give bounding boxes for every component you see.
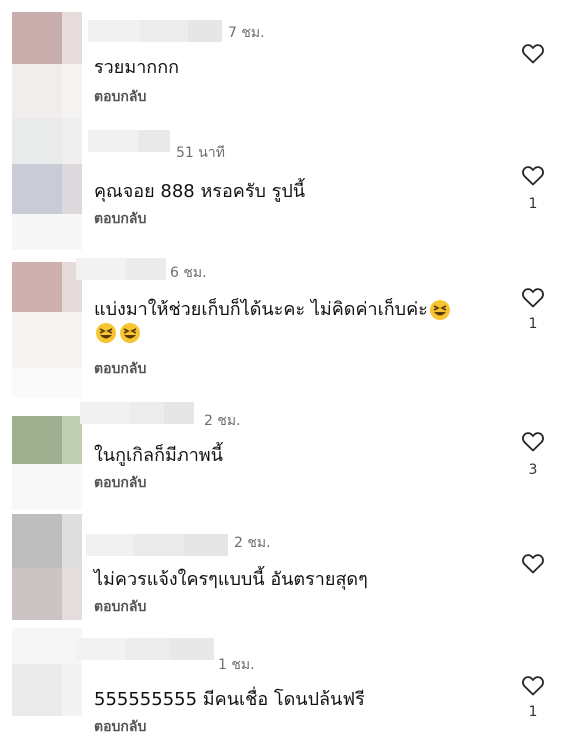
- comment-text: ไม่ควรแจ้งใครๆแบบนี้ อันตรายสุดๆ: [94, 569, 368, 590]
- reply-button[interactable]: ตอบกลับ: [94, 208, 146, 230]
- avatar[interactable]: [0, 0, 82, 118]
- comment-text: แบ่งมาให้ช่วยเก็บก็ได้นะคะ ไม่คิดค่าเก็บ…: [94, 294, 452, 323]
- username[interactable]: [86, 534, 228, 556]
- grinning-squinting-face-icon: [120, 323, 140, 343]
- avatar[interactable]: [0, 398, 82, 510]
- avatar[interactable]: [0, 628, 82, 735]
- comment-time: 2 ชม.: [204, 413, 241, 429]
- comment-text: คุณจอย 888 หรอครับ รูปนี้: [94, 181, 306, 202]
- comment-item: 6 ชม. แบ่งมาให้ช่วยเก็บก็ได้นะคะ ไม่คิดค…: [0, 250, 574, 398]
- comment-text-body: แบ่งมาให้ช่วยเก็บก็ได้นะคะ ไม่คิดค่าเก็บ…: [94, 299, 428, 320]
- reply-button[interactable]: ตอบกลับ: [94, 86, 146, 108]
- comment-time: 51 นาที: [176, 145, 225, 161]
- heart-outline-icon[interactable]: [521, 552, 545, 574]
- comment-time: 2 ชม.: [234, 535, 271, 551]
- comment-item: 1 ชม. 555555555 มีคนเชื่อ โดนปล้นฟรี ตอบ…: [0, 628, 574, 735]
- heart-outline-icon[interactable]: [521, 286, 545, 308]
- username[interactable]: [76, 638, 214, 660]
- username[interactable]: [88, 130, 170, 152]
- comment-time: 6 ชม.: [170, 265, 207, 281]
- comment-emoji-line: [94, 322, 142, 344]
- comment-text: รวยมากกก: [94, 57, 179, 78]
- avatar[interactable]: [0, 118, 82, 250]
- like-count: 1: [528, 704, 538, 720]
- grinning-squinting-face-icon: [96, 323, 116, 343]
- comment-text: 555555555 มีคนเชื่อ โดนปล้นฟรี: [94, 689, 365, 710]
- comment-item: 2 ชม. ในกูเกิลก็มีภาพนี้ ตอบกลับ 3: [0, 398, 574, 510]
- like-count: 1: [528, 316, 538, 332]
- like-count: 3: [528, 462, 538, 478]
- reply-button[interactable]: ตอบกลับ: [94, 358, 146, 380]
- heart-outline-icon[interactable]: [521, 430, 545, 452]
- reply-button[interactable]: ตอบกลับ: [94, 596, 146, 618]
- heart-outline-icon[interactable]: [521, 164, 545, 186]
- comment-time: 1 ชม.: [218, 657, 255, 673]
- comment-item: 7 ชม. รวยมากกก ตอบกลับ: [0, 0, 574, 118]
- like-count: 1: [528, 196, 538, 212]
- username[interactable]: [88, 20, 222, 42]
- reply-button[interactable]: ตอบกลับ: [94, 472, 146, 494]
- heart-outline-icon[interactable]: [521, 674, 545, 696]
- comment-text: ในกูเกิลก็มีภาพนี้: [94, 445, 223, 466]
- username[interactable]: [80, 402, 194, 424]
- username[interactable]: [76, 258, 166, 280]
- avatar[interactable]: [0, 510, 82, 628]
- avatar[interactable]: [0, 250, 82, 398]
- comment-item: 2 ชม. ไม่ควรแจ้งใครๆแบบนี้ อันตรายสุดๆ ต…: [0, 510, 574, 628]
- comment-time: 7 ชม.: [228, 25, 265, 41]
- comment-item: 51 นาที คุณจอย 888 หรอครับ รูปนี้ ตอบกลั…: [0, 118, 574, 250]
- grinning-squinting-face-icon: [429, 300, 450, 320]
- heart-outline-icon[interactable]: [521, 42, 545, 64]
